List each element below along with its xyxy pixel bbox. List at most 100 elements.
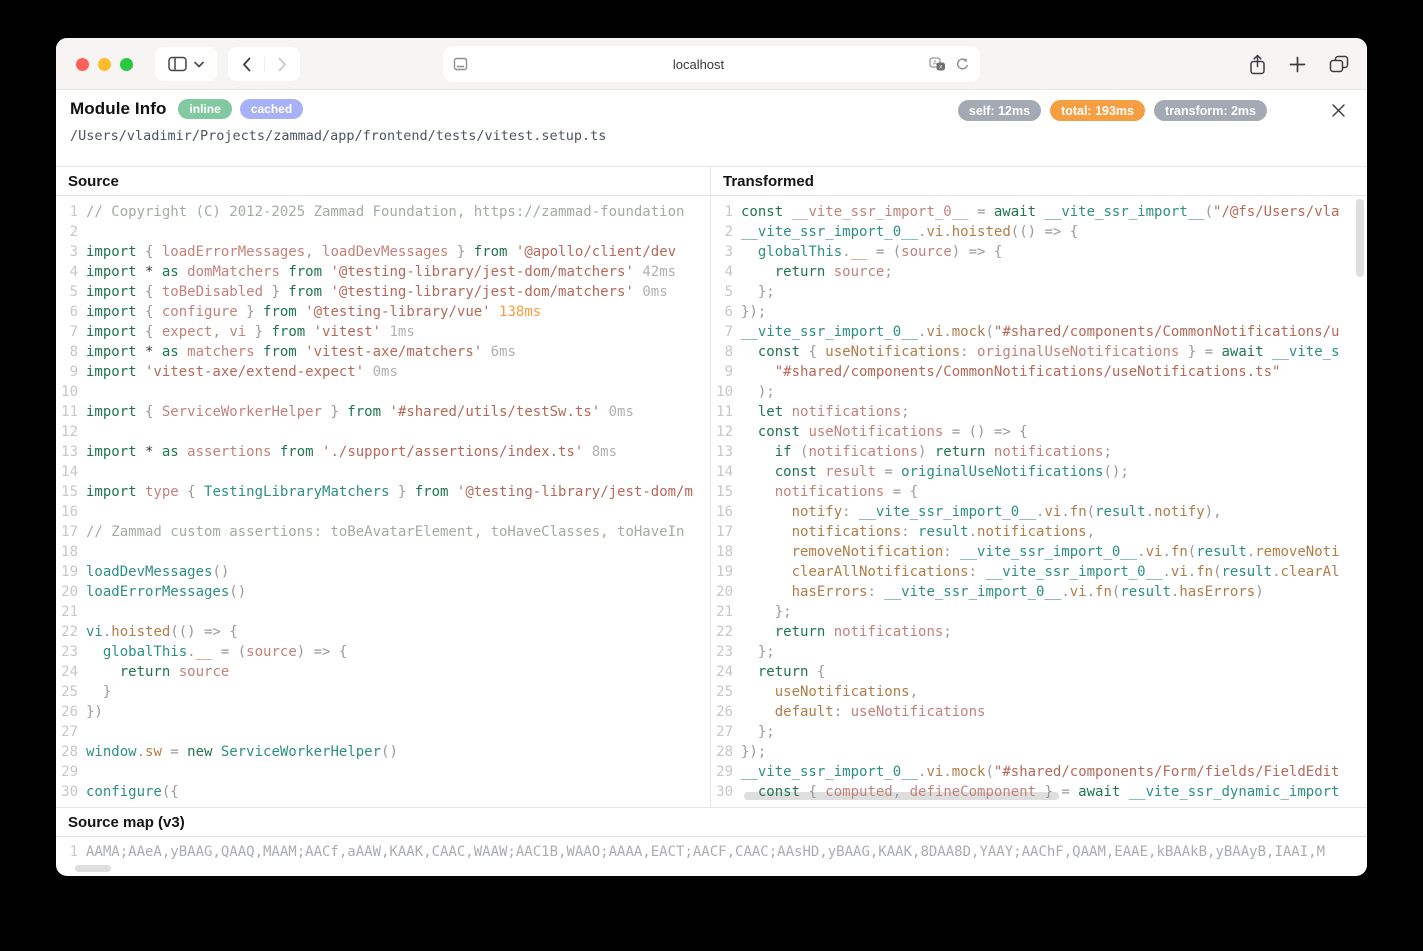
code-text: const result = originalUseNotifications(… — [741, 462, 1367, 482]
code-text: return source — [86, 662, 710, 682]
code-text: loadErrorMessages() — [86, 582, 710, 602]
code-token: 42ms — [634, 264, 676, 280]
code-token: { — [800, 784, 817, 800]
line-number: 7 — [711, 322, 741, 342]
code-token: * — [137, 264, 154, 280]
source-code-area[interactable]: 1// Copyright (C) 2012-2025 Zammad Found… — [56, 196, 710, 807]
sidebar-toggle-button[interactable] — [155, 47, 217, 81]
code-token — [741, 604, 775, 620]
code-token: if — [775, 444, 792, 460]
code-text: const { useNotifications: originalUseNot… — [741, 342, 1367, 362]
reload-icon[interactable] — [955, 57, 970, 72]
minimize-window-button[interactable] — [98, 58, 111, 71]
code-token: source — [825, 264, 884, 280]
code-line: 21 }; — [711, 602, 1367, 622]
page-settings-icon[interactable] — [453, 57, 468, 71]
line-number: 9 — [711, 362, 741, 382]
code-token: __vite_s — [1264, 344, 1340, 360]
code-token: clearAllNotifications — [792, 564, 969, 580]
code-token: loadErrorMessages — [86, 584, 229, 600]
line-number: 18 — [56, 542, 86, 562]
code-token: removeNotification — [792, 544, 944, 560]
code-line: 24 return source — [56, 662, 710, 682]
code-line: 6import { configure } from '@testing-lib… — [56, 302, 710, 322]
line-number: 29 — [56, 762, 86, 782]
code-line: 2 — [56, 222, 710, 242]
traffic-lights — [76, 58, 133, 71]
code-text — [86, 542, 710, 562]
code-token — [741, 584, 792, 600]
code-token: } — [389, 484, 406, 500]
code-token: loadDevMessages — [86, 564, 212, 580]
url-field[interactable]: localhost A x — [443, 46, 980, 82]
code-token: __vite_ssr_import_0__ — [960, 544, 1137, 560]
code-line: 20 hasErrors: __vite_ssr_import_0__.vi.f… — [711, 582, 1367, 602]
code-text: ); — [741, 382, 1367, 402]
code-token: , — [910, 684, 918, 700]
code-token: as — [153, 444, 178, 460]
translate-icon[interactable]: A x — [929, 57, 946, 72]
code-line: 28window.sw = new ServiceWorkerHelper() — [56, 742, 710, 762]
code-line: 9import 'vitest-axe/extend-expect' 0ms — [56, 362, 710, 382]
code-token: return — [775, 264, 826, 280]
code-token: } = — [1179, 344, 1213, 360]
code-token: import — [86, 304, 137, 320]
line-number: 1 — [56, 202, 86, 222]
code-token: . — [1061, 584, 1069, 600]
code-token: () — [381, 744, 398, 760]
code-token: ) => { — [952, 244, 1003, 260]
code-token: : — [842, 504, 859, 520]
back-button[interactable] — [229, 57, 264, 72]
code-text: return notifications; — [741, 622, 1367, 642]
code-token: return — [926, 444, 985, 460]
code-token: const — [741, 204, 783, 220]
close-window-button[interactable] — [76, 58, 89, 71]
page-title: Module Info — [70, 99, 166, 119]
code-text: import { expect, vi } from 'vitest' 1ms — [86, 322, 710, 342]
code-token: : — [834, 704, 851, 720]
forward-button[interactable] — [264, 57, 299, 72]
close-module-button[interactable] — [1326, 98, 1350, 122]
code-token: (); — [1103, 464, 1128, 480]
code-token: () — [229, 584, 246, 600]
code-line: 27 — [56, 722, 710, 742]
code-line: 29 — [56, 762, 710, 782]
code-token: hoisted — [952, 224, 1011, 240]
code-token: : — [901, 524, 918, 540]
share-icon[interactable] — [1249, 54, 1266, 75]
sourcemap-scrollbar-thumb[interactable] — [75, 865, 111, 872]
line-number: 9 — [56, 362, 86, 382]
code-token: ); — [758, 384, 775, 400]
source-panel: Source 1// Copyright (C) 2012-2025 Zamma… — [56, 167, 711, 807]
code-line: 21 — [56, 602, 710, 622]
code-line: 23 globalThis.__ = (source) => { — [56, 642, 710, 662]
code-token: , — [893, 784, 901, 800]
sourcemap-content: AAMA;AAeA,yBAAG,QAAQ,MAAM;AACf,aAAW,KAAK… — [86, 842, 1367, 862]
code-token: await — [985, 204, 1036, 220]
url-text[interactable]: localhost — [468, 57, 929, 72]
code-token: await — [1070, 784, 1121, 800]
line-number: 19 — [56, 562, 86, 582]
code-text: import * as assertions from './support/a… — [86, 442, 710, 462]
code-token: . — [969, 524, 977, 540]
code-token: notify — [1154, 504, 1205, 520]
code-line: 3import { loadErrorMessages, loadDevMess… — [56, 242, 710, 262]
code-token: . — [943, 764, 951, 780]
code-text: let notifications; — [741, 402, 1367, 422]
tab-overview-icon[interactable] — [1329, 55, 1349, 73]
line-number: 19 — [711, 562, 741, 582]
code-text: // Copyright (C) 2012-2025 Zammad Founda… — [86, 202, 710, 222]
code-token: source — [246, 644, 297, 660]
code-token: } — [263, 284, 280, 300]
code-token: loadErrorMessages — [162, 244, 305, 260]
code-token: import — [86, 244, 137, 260]
new-tab-icon[interactable] — [1289, 56, 1306, 73]
code-token: __ — [851, 244, 868, 260]
sourcemap-title: Source map (v3) — [56, 808, 1367, 837]
code-token: 0ms — [364, 364, 398, 380]
zoom-window-button[interactable] — [120, 58, 133, 71]
code-token: globalThis — [103, 644, 187, 660]
code-text: import { loadErrorMessages, loadDevMessa… — [86, 242, 710, 262]
transformed-code-area[interactable]: 1const __vite_ssr_import_0__ = await __v… — [711, 196, 1367, 807]
line-number: 22 — [56, 622, 86, 642]
